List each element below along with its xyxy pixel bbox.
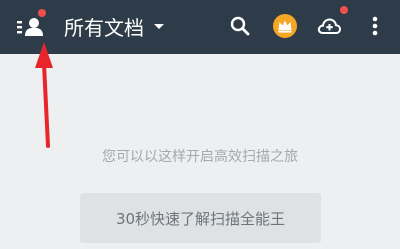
cloud-sync-button[interactable] (315, 6, 348, 40)
app-bar: 所有文档 (0, 0, 400, 54)
folder-title-dropdown[interactable]: 所有文档 (64, 12, 164, 40)
notification-badge (38, 9, 46, 17)
more-options-button[interactable] (361, 12, 389, 40)
red-annotation-arrow (35, 42, 53, 148)
cloud-upload-icon (317, 18, 342, 34)
vip-button[interactable] (271, 12, 299, 40)
empty-state-prompt: 您可以以这样开启高效扫描之旅 (102, 149, 298, 165)
search-button[interactable] (226, 12, 254, 40)
quick-guide-label: 30秒快速了解扫描全能王 (115, 209, 286, 228)
more-vertical-icon (372, 16, 378, 36)
user-menu-button[interactable] (14, 9, 48, 43)
chevron-down-icon (154, 23, 164, 29)
search-icon (230, 16, 250, 36)
cloud-notification-badge (340, 6, 348, 14)
page-title: 所有文档 (64, 15, 144, 40)
quick-guide-button[interactable]: 30秒快速了解扫描全能王 (80, 193, 321, 243)
crown-icon (273, 14, 297, 38)
